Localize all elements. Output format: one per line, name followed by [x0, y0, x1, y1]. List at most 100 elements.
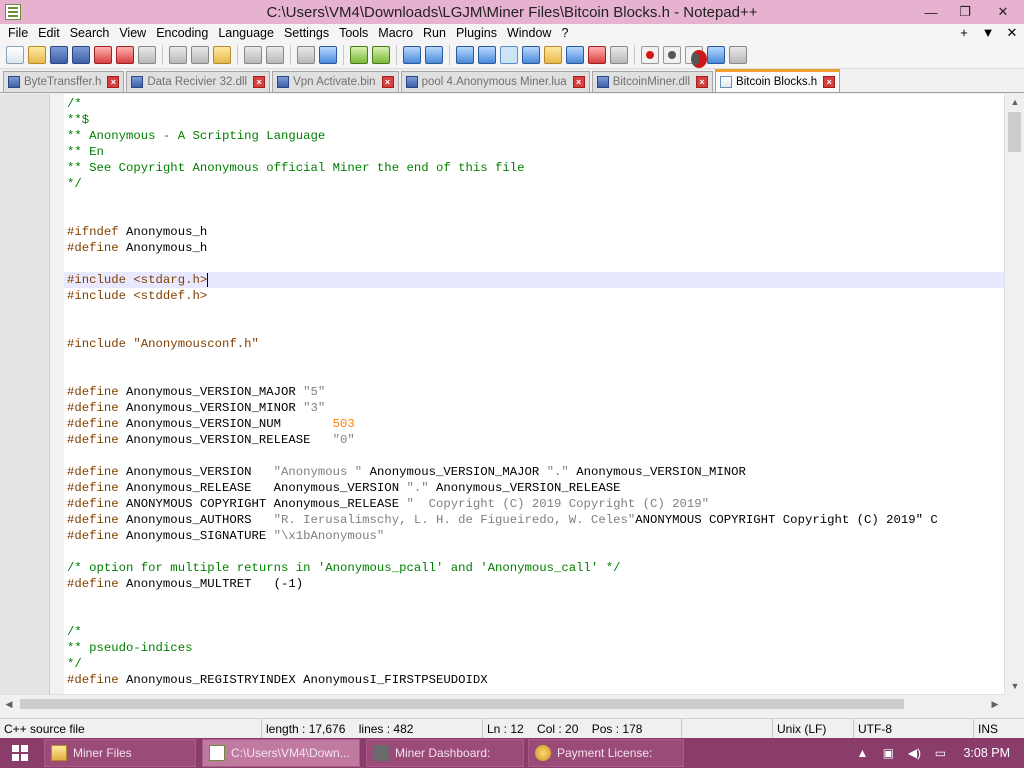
code-line[interactable]: 28#define Anonymous_SIGNATURE "\x1bAnony… — [64, 528, 1004, 544]
tab-bitcoinminer[interactable]: BitcoinMiner.dll × — [591, 71, 714, 92]
code-line[interactable]: 30/* option for multiple returns in 'Ano… — [64, 560, 1004, 576]
code-line[interactable]: 3** Anonymous - A Scripting Language — [64, 128, 1004, 144]
close-all-icon[interactable] — [116, 46, 134, 64]
code-line[interactable]: 14 — [64, 304, 1004, 320]
close-document-button[interactable]: ✕ — [1000, 24, 1024, 42]
paste-icon[interactable] — [213, 46, 231, 64]
code-line[interactable]: 25#define Anonymous_RELEASE Anonymous_VE… — [64, 480, 1004, 496]
taskbar-clock[interactable]: 3:08 PM — [963, 746, 1010, 760]
run-macro-multiple-icon[interactable] — [707, 46, 725, 64]
restore-button[interactable]: ❐ — [948, 0, 982, 24]
undo-icon[interactable] — [244, 46, 262, 64]
menu-help[interactable]: ? — [556, 24, 573, 42]
vertical-scrollbar[interactable]: ▲ ▼ — [1004, 94, 1024, 694]
tab-data-recivier[interactable]: Data Recivier 32.dll × — [126, 71, 271, 92]
tab-vpn-activate[interactable]: Vpn Activate.bin × — [272, 71, 399, 92]
new-tab-button[interactable]: + — [952, 24, 976, 42]
scroll-right-icon[interactable]: ▶ — [986, 695, 1004, 713]
code-line[interactable]: 4** En — [64, 144, 1004, 160]
keyboard-icon[interactable]: ▭ — [933, 746, 947, 760]
show-hidden-icons-icon[interactable]: ▲ — [855, 746, 869, 760]
tab-list-button[interactable]: ▼ — [976, 24, 1000, 42]
save-icon[interactable] — [50, 46, 68, 64]
scroll-left-icon[interactable]: ◀ — [0, 695, 18, 713]
tab-bitcoin-blocks[interactable]: Bitcoin Blocks.h × — [715, 69, 841, 92]
code-line[interactable]: 16#include "Anonymousconf.h" — [64, 336, 1004, 352]
tab-bytetransffer[interactable]: ByteTransffer.h × — [3, 71, 125, 92]
code-line[interactable]: 9#ifndef Anonymous_h — [64, 224, 1004, 240]
close-tab-icon[interactable]: × — [572, 76, 585, 88]
close-tab-icon[interactable]: × — [696, 76, 709, 88]
code-line[interactable]: 26#define ANONYMOUS COPYRIGHT Anonymous_… — [64, 496, 1004, 512]
replace-icon[interactable] — [319, 46, 337, 64]
code-line[interactable]: 19#define Anonymous_VERSION_MAJOR "5" — [64, 384, 1004, 400]
code-line[interactable]: 31#define Anonymous_MULTRET (-1) — [64, 576, 1004, 592]
menu-run[interactable]: Run — [418, 24, 451, 42]
menu-search[interactable]: Search — [65, 24, 115, 42]
menu-file[interactable]: File — [3, 24, 33, 42]
code-line[interactable]: 24#define Anonymous_VERSION "Anonymous "… — [64, 464, 1004, 480]
code-line[interactable]: 22#define Anonymous_VERSION_RELEASE "0" — [64, 432, 1004, 448]
code-line[interactable]: 6*/ — [64, 176, 1004, 192]
volume-icon[interactable]: ◀) — [907, 746, 921, 760]
show-all-characters-icon[interactable] — [478, 46, 496, 64]
code-line[interactable]: 18 — [64, 368, 1004, 384]
code-text-area[interactable]: 1/*2**$3** Anonymous - A Scripting Langu… — [64, 96, 1004, 694]
code-line[interactable]: 1/* — [64, 96, 1004, 112]
menu-settings[interactable]: Settings — [279, 24, 334, 42]
code-line[interactable]: 32 — [64, 592, 1004, 608]
horizontal-scroll-thumb[interactable] — [20, 699, 904, 709]
code-line[interactable]: 5** See Copyright Anonymous official Min… — [64, 160, 1004, 176]
menu-tools[interactable]: Tools — [334, 24, 373, 42]
code-line[interactable]: 33 — [64, 608, 1004, 624]
menu-language[interactable]: Language — [213, 24, 279, 42]
editor-pane[interactable]: 1/*2**$3** Anonymous - A Scripting Langu… — [0, 94, 1024, 694]
code-line[interactable]: 35** pseudo-indices — [64, 640, 1004, 656]
code-line[interactable]: 12#include <stdarg.h> — [64, 272, 1004, 288]
close-tab-icon[interactable]: × — [107, 76, 120, 88]
save-all-icon[interactable] — [72, 46, 90, 64]
taskbar-item-payment-license[interactable]: Payment License: — [528, 739, 684, 767]
taskbar-item-miner-files[interactable]: Miner Files — [44, 739, 196, 767]
menu-window[interactable]: Window — [502, 24, 556, 42]
copy-icon[interactable] — [191, 46, 209, 64]
code-line[interactable]: 17 — [64, 352, 1004, 368]
start-button[interactable] — [0, 738, 40, 768]
network-status-icon[interactable]: ▣ — [881, 746, 895, 760]
close-file-icon[interactable] — [94, 46, 112, 64]
horizontal-scrollbar[interactable]: ◀ ▶ — [0, 694, 1004, 712]
minimize-button[interactable]: — — [914, 0, 948, 24]
code-line[interactable]: 34/* — [64, 624, 1004, 640]
sync-vertical-icon[interactable] — [403, 46, 421, 64]
find-icon[interactable] — [297, 46, 315, 64]
cut-icon[interactable] — [169, 46, 187, 64]
code-line[interactable]: 23 — [64, 448, 1004, 464]
code-line[interactable]: 21#define Anonymous_VERSION_NUM 503 — [64, 416, 1004, 432]
menu-encoding[interactable]: Encoding — [151, 24, 213, 42]
code-line[interactable]: 13#include <stddef.h> — [64, 288, 1004, 304]
scroll-down-icon[interactable]: ▼ — [1005, 678, 1024, 694]
playback-icon[interactable] — [685, 46, 707, 68]
vertical-scroll-thumb[interactable] — [1008, 112, 1021, 152]
code-line[interactable]: 2**$ — [64, 112, 1004, 128]
taskbar-item-notepad[interactable]: C:\Users\VM4\Down... — [202, 739, 360, 767]
code-line[interactable]: 15 — [64, 320, 1004, 336]
indent-guide-icon[interactable] — [500, 46, 518, 64]
monitoring-icon[interactable] — [610, 46, 628, 64]
word-wrap-icon[interactable] — [456, 46, 474, 64]
menu-plugins[interactable]: Plugins — [451, 24, 502, 42]
redo-icon[interactable] — [266, 46, 284, 64]
code-line[interactable]: 29 — [64, 544, 1004, 560]
code-line[interactable]: 10#define Anonymous_h — [64, 240, 1004, 256]
record-macro-icon[interactable] — [641, 46, 659, 64]
udl-icon[interactable] — [522, 46, 540, 64]
folder-as-workspace-icon[interactable] — [588, 46, 606, 64]
function-list-icon[interactable] — [566, 46, 584, 64]
new-file-icon[interactable] — [6, 46, 24, 64]
menu-edit[interactable]: Edit — [33, 24, 65, 42]
zoom-out-icon[interactable] — [372, 46, 390, 64]
save-macro-icon[interactable] — [729, 46, 747, 64]
code-line[interactable]: 36*/ — [64, 656, 1004, 672]
close-tab-icon[interactable]: × — [253, 76, 266, 88]
scroll-up-icon[interactable]: ▲ — [1005, 94, 1024, 110]
